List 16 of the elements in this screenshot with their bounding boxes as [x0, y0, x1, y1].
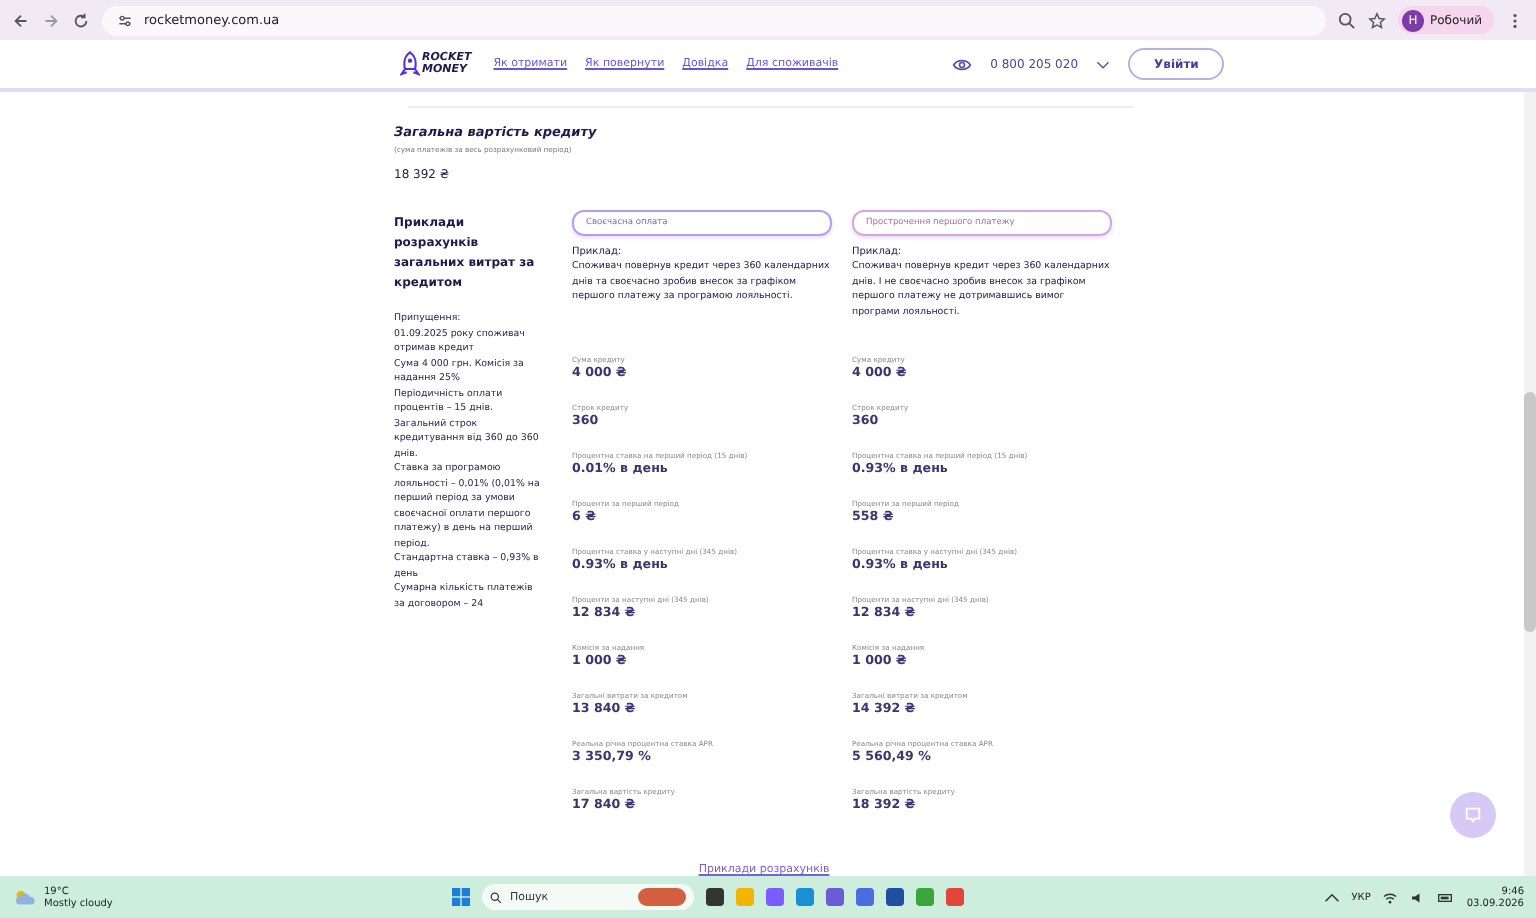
rocket-icon — [400, 50, 420, 78]
chevron-up-icon[interactable] — [1323, 891, 1340, 903]
cloud-sun-icon — [12, 888, 36, 906]
reload-icon[interactable] — [72, 11, 90, 29]
scrollbar[interactable] — [1524, 92, 1536, 876]
site-settings-icon[interactable] — [118, 13, 132, 27]
wifi-icon[interactable] — [1382, 891, 1399, 903]
battery-icon[interactable] — [1438, 891, 1455, 903]
chat-icon — [1464, 806, 1482, 824]
search-icon — [490, 891, 502, 903]
star-icon[interactable] — [1367, 11, 1386, 29]
chevron-down-icon[interactable] — [1096, 59, 1111, 69]
zoom-icon[interactable] — [1337, 11, 1356, 29]
back-icon[interactable] — [12, 11, 30, 29]
windows-start-icon[interactable] — [452, 888, 470, 906]
eye-icon[interactable] — [952, 57, 973, 71]
